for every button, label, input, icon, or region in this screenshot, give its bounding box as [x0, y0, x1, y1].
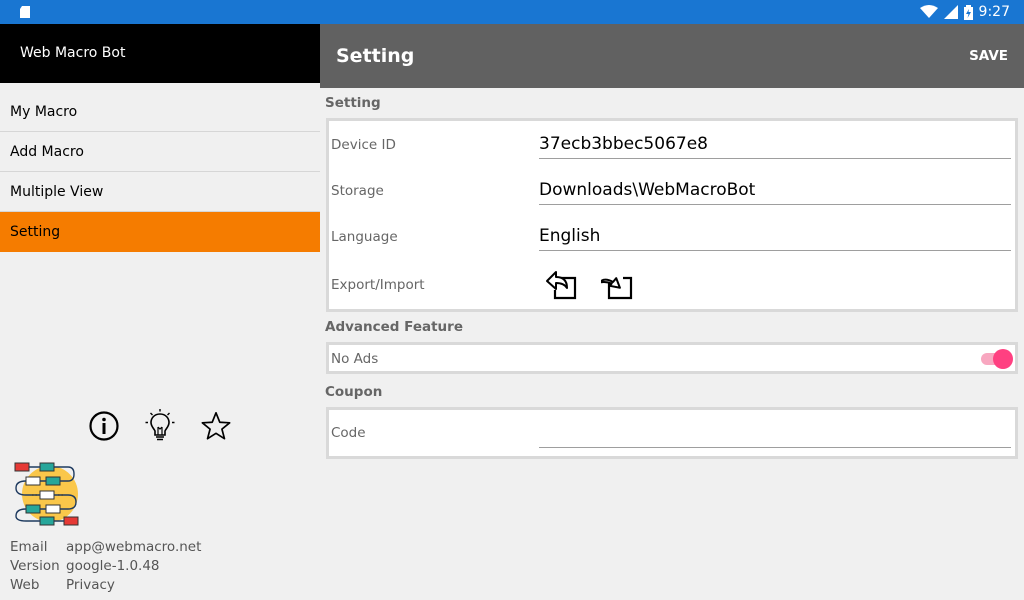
advanced-section-label: Advanced Feature [325, 319, 463, 335]
save-button[interactable]: SAVE [969, 24, 1008, 88]
storage-label: Storage [331, 183, 384, 199]
storage-field[interactable]: Downloads\WebMacroBot [539, 180, 1011, 205]
device-id-field[interactable]: 37ecb3bbec5067e8 [539, 134, 1011, 159]
coupon-section-label: Coupon [325, 384, 383, 400]
navigation-drawer: Web Macro Bot My Macro Add Macro Multipl… [0, 24, 320, 600]
web-label: Web [10, 577, 40, 593]
battery-icon [963, 4, 973, 20]
status-icons: 9:27 [919, 0, 1010, 24]
menu-item-add-macro[interactable]: Add Macro [0, 132, 320, 172]
wifi-icon [919, 5, 938, 18]
code-label: Code [331, 425, 366, 441]
code-input[interactable] [539, 422, 1011, 448]
page-title: Setting [336, 45, 415, 67]
status-time: 9:27 [978, 4, 1010, 20]
setting-card: Device ID 37ecb3bbec5067e8 Storage Downl… [326, 118, 1018, 312]
signal-icon [943, 5, 958, 19]
drawer-menu: My Macro Add Macro Multiple View Setting [0, 92, 320, 252]
status-bar: 9:27 [0, 0, 1024, 24]
no-ads-toggle[interactable] [981, 349, 1013, 369]
email-label: Email [10, 539, 48, 555]
language-field[interactable]: English [539, 226, 1011, 251]
version-label: Version [10, 558, 60, 574]
drawer-icon-row [88, 408, 232, 444]
sd-card-icon [20, 6, 30, 18]
toggle-thumb [993, 349, 1013, 369]
export-icon[interactable] [545, 268, 579, 300]
settings-screen: Setting SAVE Setting Device ID 37ecb3bbe… [320, 24, 1024, 600]
coupon-card: Code [326, 407, 1018, 459]
app-bar: Setting SAVE [320, 24, 1024, 88]
export-import-label: Export/Import [331, 277, 425, 293]
menu-item-multiple-view[interactable]: Multiple View [0, 172, 320, 212]
lightbulb-icon[interactable] [144, 408, 176, 444]
app-info: Email app@webmacro.net Version google-1.… [10, 538, 201, 595]
info-icon[interactable] [88, 408, 120, 444]
app-logo [14, 462, 79, 526]
language-label: Language [331, 229, 398, 245]
version-value: google-1.0.48 [66, 558, 160, 574]
drawer-title: Web Macro Bot [0, 24, 320, 83]
import-icon[interactable] [601, 268, 635, 300]
no-ads-label: No Ads [331, 351, 379, 367]
email-value[interactable]: app@webmacro.net [66, 538, 201, 557]
privacy-link[interactable]: Privacy [66, 576, 115, 595]
menu-item-setting[interactable]: Setting [0, 212, 320, 252]
star-icon[interactable] [200, 408, 232, 444]
advanced-card: No Ads [326, 342, 1018, 374]
device-id-label: Device ID [331, 137, 396, 153]
menu-item-my-macro[interactable]: My Macro [0, 92, 320, 132]
setting-section-label: Setting [325, 95, 381, 111]
